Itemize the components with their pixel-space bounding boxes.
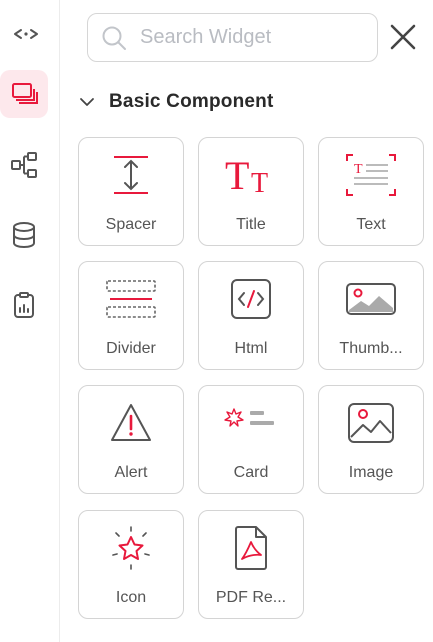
widget-title[interactable]: T T Title	[198, 137, 304, 246]
widget-label: Text	[356, 216, 386, 233]
left-rail	[0, 0, 60, 642]
widget-alert[interactable]: Alert	[78, 385, 184, 494]
text-icon: T	[346, 154, 396, 196]
widget-label: Spacer	[105, 216, 157, 233]
close-button[interactable]	[388, 22, 418, 52]
widget-label: Image	[348, 464, 394, 481]
horizontal-resize-icon	[14, 29, 38, 39]
widget-spacer[interactable]: Spacer	[78, 137, 184, 246]
widget-label: Alert	[114, 464, 148, 481]
widget-label: Divider	[106, 340, 156, 357]
rail-item-database[interactable]	[0, 211, 48, 259]
pdf-icon	[235, 526, 267, 570]
search-icon	[88, 24, 140, 52]
close-icon	[390, 24, 416, 50]
chevron-down-icon	[80, 98, 94, 106]
section-title: Basic Component	[109, 91, 274, 112]
rail-item-report[interactable]	[0, 281, 48, 329]
svg-text:T: T	[225, 153, 249, 198]
widget-label: Html	[234, 340, 268, 357]
search-input[interactable]	[140, 26, 370, 49]
rail-item-resize[interactable]	[2, 10, 50, 58]
rail-item-hierarchy[interactable]	[0, 141, 48, 189]
widget-panel: Basic Component Spacer T T Title	[61, 0, 433, 642]
clipboard-chart-icon	[14, 292, 34, 318]
widget-divider[interactable]: Divider	[78, 261, 184, 370]
widget-label: Icon	[115, 589, 147, 606]
card-icon	[224, 408, 274, 427]
database-icon	[13, 222, 35, 249]
title-icon: T T	[225, 153, 268, 199]
widget-label: Title	[236, 216, 266, 233]
spacer-icon	[114, 156, 148, 194]
hierarchy-icon	[11, 152, 37, 178]
rail-item-layers[interactable]	[0, 70, 48, 118]
html-icon	[231, 279, 271, 319]
layers-icon	[12, 83, 38, 104]
svg-text:T: T	[354, 162, 363, 177]
widget-label: Card	[233, 464, 269, 481]
widget-icon[interactable]: Icon	[78, 510, 184, 619]
svg-text:T: T	[251, 168, 268, 199]
star-icon	[112, 526, 150, 570]
widget-thumbnail[interactable]: Thumb...	[318, 261, 424, 370]
widget-image[interactable]: Image	[318, 385, 424, 494]
widget-text[interactable]: T Text	[318, 137, 424, 246]
alert-icon	[111, 404, 151, 441]
widget-pdf-reader[interactable]: PDF Re...	[198, 510, 304, 619]
widget-html[interactable]: Html	[198, 261, 304, 370]
widget-label: PDF Re...	[215, 589, 287, 606]
widget-label: Thumb...	[339, 340, 403, 357]
widget-card[interactable]: Card	[198, 385, 304, 494]
section-header-basic-component[interactable]: Basic Component	[77, 88, 274, 116]
divider-icon	[106, 280, 156, 318]
image-icon	[348, 403, 394, 443]
search-box	[87, 13, 378, 62]
thumbnail-icon	[346, 283, 396, 315]
